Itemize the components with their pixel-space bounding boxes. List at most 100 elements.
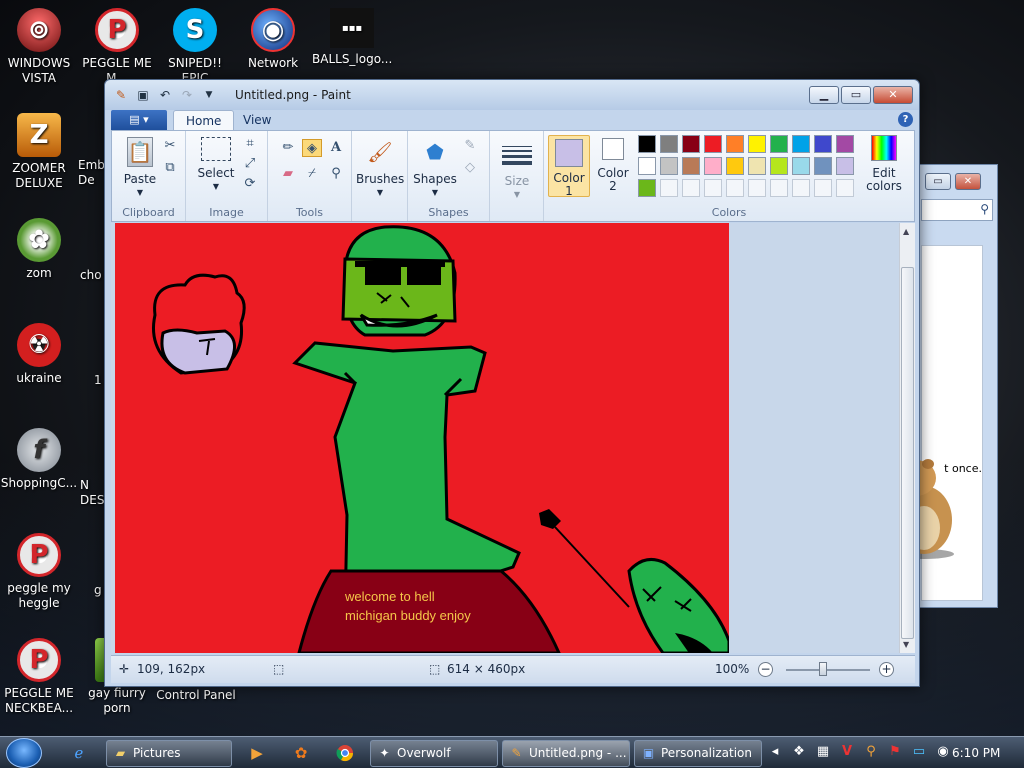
color1-button[interactable]: Color 1 xyxy=(548,135,590,198)
flag-icon[interactable]: ⚑ xyxy=(886,743,904,761)
save-icon[interactable]: ▣ xyxy=(135,87,151,103)
brushes-group[interactable]: 🖌 Brushes ▼ xyxy=(352,131,408,221)
color-picker-icon[interactable]: ⌿ xyxy=(302,165,322,183)
close-button[interactable]: ✕ xyxy=(873,86,913,104)
paint-menu-button[interactable]: ▤ ▾ xyxy=(111,110,167,130)
tray-v-icon[interactable]: V xyxy=(838,743,856,761)
zoom-slider-track[interactable] xyxy=(786,669,870,671)
color-swatch[interactable] xyxy=(682,157,700,175)
vertical-scrollbar[interactable]: ▲ ▼ xyxy=(899,223,915,653)
resize-icon[interactable]: ⤢ xyxy=(240,155,260,173)
desktop-icon-network[interactable]: ◉ Network xyxy=(234,8,312,71)
clock[interactable]: 6:10 PM xyxy=(952,746,1000,760)
desktop-icon-partial[interactable]: cho xyxy=(80,268,106,283)
desktop-icon-zoomer-deluxe[interactable]: Z ZOOMER DELUXE xyxy=(0,113,78,191)
color-swatch[interactable] xyxy=(660,179,678,197)
cut-icon[interactable]: ✂ xyxy=(160,137,180,155)
chrome-icon[interactable] xyxy=(332,741,358,765)
desktop-icon-control-panel[interactable]: Control Panel xyxy=(150,688,242,703)
show-hidden-icons-icon[interactable]: ◂ xyxy=(766,743,784,761)
drawing-canvas[interactable]: welcome to hell michigan buddy enjoy xyxy=(115,223,729,653)
color-swatch[interactable] xyxy=(682,135,700,153)
minimize-button[interactable]: ▁ xyxy=(809,86,839,104)
customize-dropdown-icon[interactable]: ▼ xyxy=(201,87,217,103)
size-group[interactable]: Size ▼ xyxy=(490,131,544,221)
color-swatch[interactable] xyxy=(836,135,854,153)
desktop-icon-shopping[interactable]: f ShoppingC... xyxy=(0,428,78,491)
tab-view[interactable]: View xyxy=(231,110,283,131)
color-swatch[interactable] xyxy=(726,179,744,197)
color-swatch[interactable] xyxy=(748,179,766,197)
taskbar-button-overwolf[interactable]: ✦ Overwolf xyxy=(370,740,498,767)
color-swatch[interactable] xyxy=(792,179,810,197)
color-swatch[interactable] xyxy=(704,179,722,197)
redo-icon[interactable]: ↷ xyxy=(179,87,195,103)
desktop-icon-sniped-epic[interactable]: S SNIPED!! EPIC xyxy=(156,8,234,86)
copy-icon[interactable]: ⧉ xyxy=(160,159,180,177)
fill-icon[interactable]: ◈ xyxy=(302,139,322,157)
volume-icon[interactable]: ◉ xyxy=(934,743,952,761)
color-swatch[interactable] xyxy=(770,135,788,153)
internet-explorer-icon[interactable]: ℯ xyxy=(66,741,92,765)
color-swatch[interactable] xyxy=(660,135,678,153)
color2-button[interactable]: Color 2 xyxy=(594,138,632,193)
taskbar-button-paint[interactable]: ✎ Untitled.png - ... xyxy=(502,740,630,767)
color-swatch[interactable] xyxy=(726,157,744,175)
desktop-icon-peggle-neckbeard[interactable]: P PEGGLE ME NECKBEA... xyxy=(0,638,78,716)
tray-search-icon[interactable]: ⚲ xyxy=(862,743,880,761)
color-swatch[interactable] xyxy=(660,157,678,175)
search-input[interactable]: ⚲ xyxy=(921,199,993,221)
select-button[interactable]: Select ▼ xyxy=(192,137,240,193)
outline-icon[interactable]: ✎ xyxy=(460,137,480,155)
color-swatch[interactable] xyxy=(814,157,832,175)
shapes-button[interactable]: ⬟ Shapes ▼ xyxy=(412,137,458,199)
desktop-icon-balls-logo[interactable]: ▪▪▪ BALLS_logo... xyxy=(312,8,392,67)
app-icon[interactable]: ✿ xyxy=(288,741,314,765)
taskbar-button-pictures[interactable]: ▰ Pictures xyxy=(106,740,232,767)
network-tray-icon[interactable]: ▭ xyxy=(910,743,928,761)
color-swatch[interactable] xyxy=(638,157,656,175)
title-bar[interactable]: ✎ ▣ ↶ ↷ ▼ Untitled.png - Paint ▁ ▭ ✕ xyxy=(105,80,919,110)
zoom-out-button[interactable]: − xyxy=(758,662,773,677)
paste-button[interactable]: 📋 Paste ▼ xyxy=(120,137,160,199)
magnifier-icon[interactable]: ⚲ xyxy=(326,165,346,183)
undo-icon[interactable]: ↶ xyxy=(157,87,173,103)
tray-app-icon[interactable]: ❖ xyxy=(790,743,808,761)
color-swatch[interactable] xyxy=(638,179,656,197)
help-icon[interactable]: ? xyxy=(898,112,913,127)
restore-button[interactable]: ▭ xyxy=(925,173,951,190)
scroll-up-icon[interactable]: ▲ xyxy=(903,227,909,236)
color-swatch[interactable] xyxy=(814,179,832,197)
desktop-icon-partial[interactable]: N DES xyxy=(80,478,106,508)
color-swatch[interactable] xyxy=(726,135,744,153)
color-swatch[interactable] xyxy=(770,157,788,175)
zoom-in-button[interactable]: + xyxy=(879,662,894,677)
text-icon[interactable]: A xyxy=(326,139,346,157)
scroll-down-icon[interactable]: ▼ xyxy=(903,640,909,649)
canvas-workspace[interactable]: welcome to hell michigan buddy enjoy ▲ ▼ xyxy=(111,223,915,653)
color-swatch[interactable] xyxy=(836,179,854,197)
desktop-icon-peggle-me[interactable]: P PEGGLE ME M... xyxy=(78,8,156,86)
zoom-slider-thumb[interactable] xyxy=(819,662,827,676)
desktop-icon-zom[interactable]: ✿ zom xyxy=(0,218,78,281)
color-swatch[interactable] xyxy=(770,179,788,197)
color-swatch[interactable] xyxy=(682,179,700,197)
media-player-icon[interactable]: ▶ xyxy=(244,741,270,765)
color-swatch[interactable] xyxy=(748,135,766,153)
rotate-icon[interactable]: ⟳ xyxy=(240,175,260,193)
shape-fill-icon[interactable]: ◇ xyxy=(460,159,480,177)
desktop-icon-ukraine[interactable]: ☢ ukraine xyxy=(0,323,78,386)
color-swatch[interactable] xyxy=(792,157,810,175)
close-button[interactable]: ✕ xyxy=(955,173,981,190)
color-swatch[interactable] xyxy=(638,135,656,153)
eraser-icon[interactable]: ▰ xyxy=(278,165,298,183)
crop-icon[interactable]: ⌗ xyxy=(240,135,260,153)
tab-home[interactable]: Home xyxy=(173,110,235,131)
color-swatch[interactable] xyxy=(792,135,810,153)
color-swatch[interactable] xyxy=(814,135,832,153)
brushes-button[interactable]: 🖌 Brushes ▼ xyxy=(356,137,404,199)
color-swatch[interactable] xyxy=(704,135,722,153)
start-button[interactable] xyxy=(6,738,42,768)
desktop-icon-windows-vista[interactable]: ⊚ WINDOWS VISTA xyxy=(0,8,78,86)
pencil-icon[interactable]: ✏ xyxy=(278,139,298,157)
